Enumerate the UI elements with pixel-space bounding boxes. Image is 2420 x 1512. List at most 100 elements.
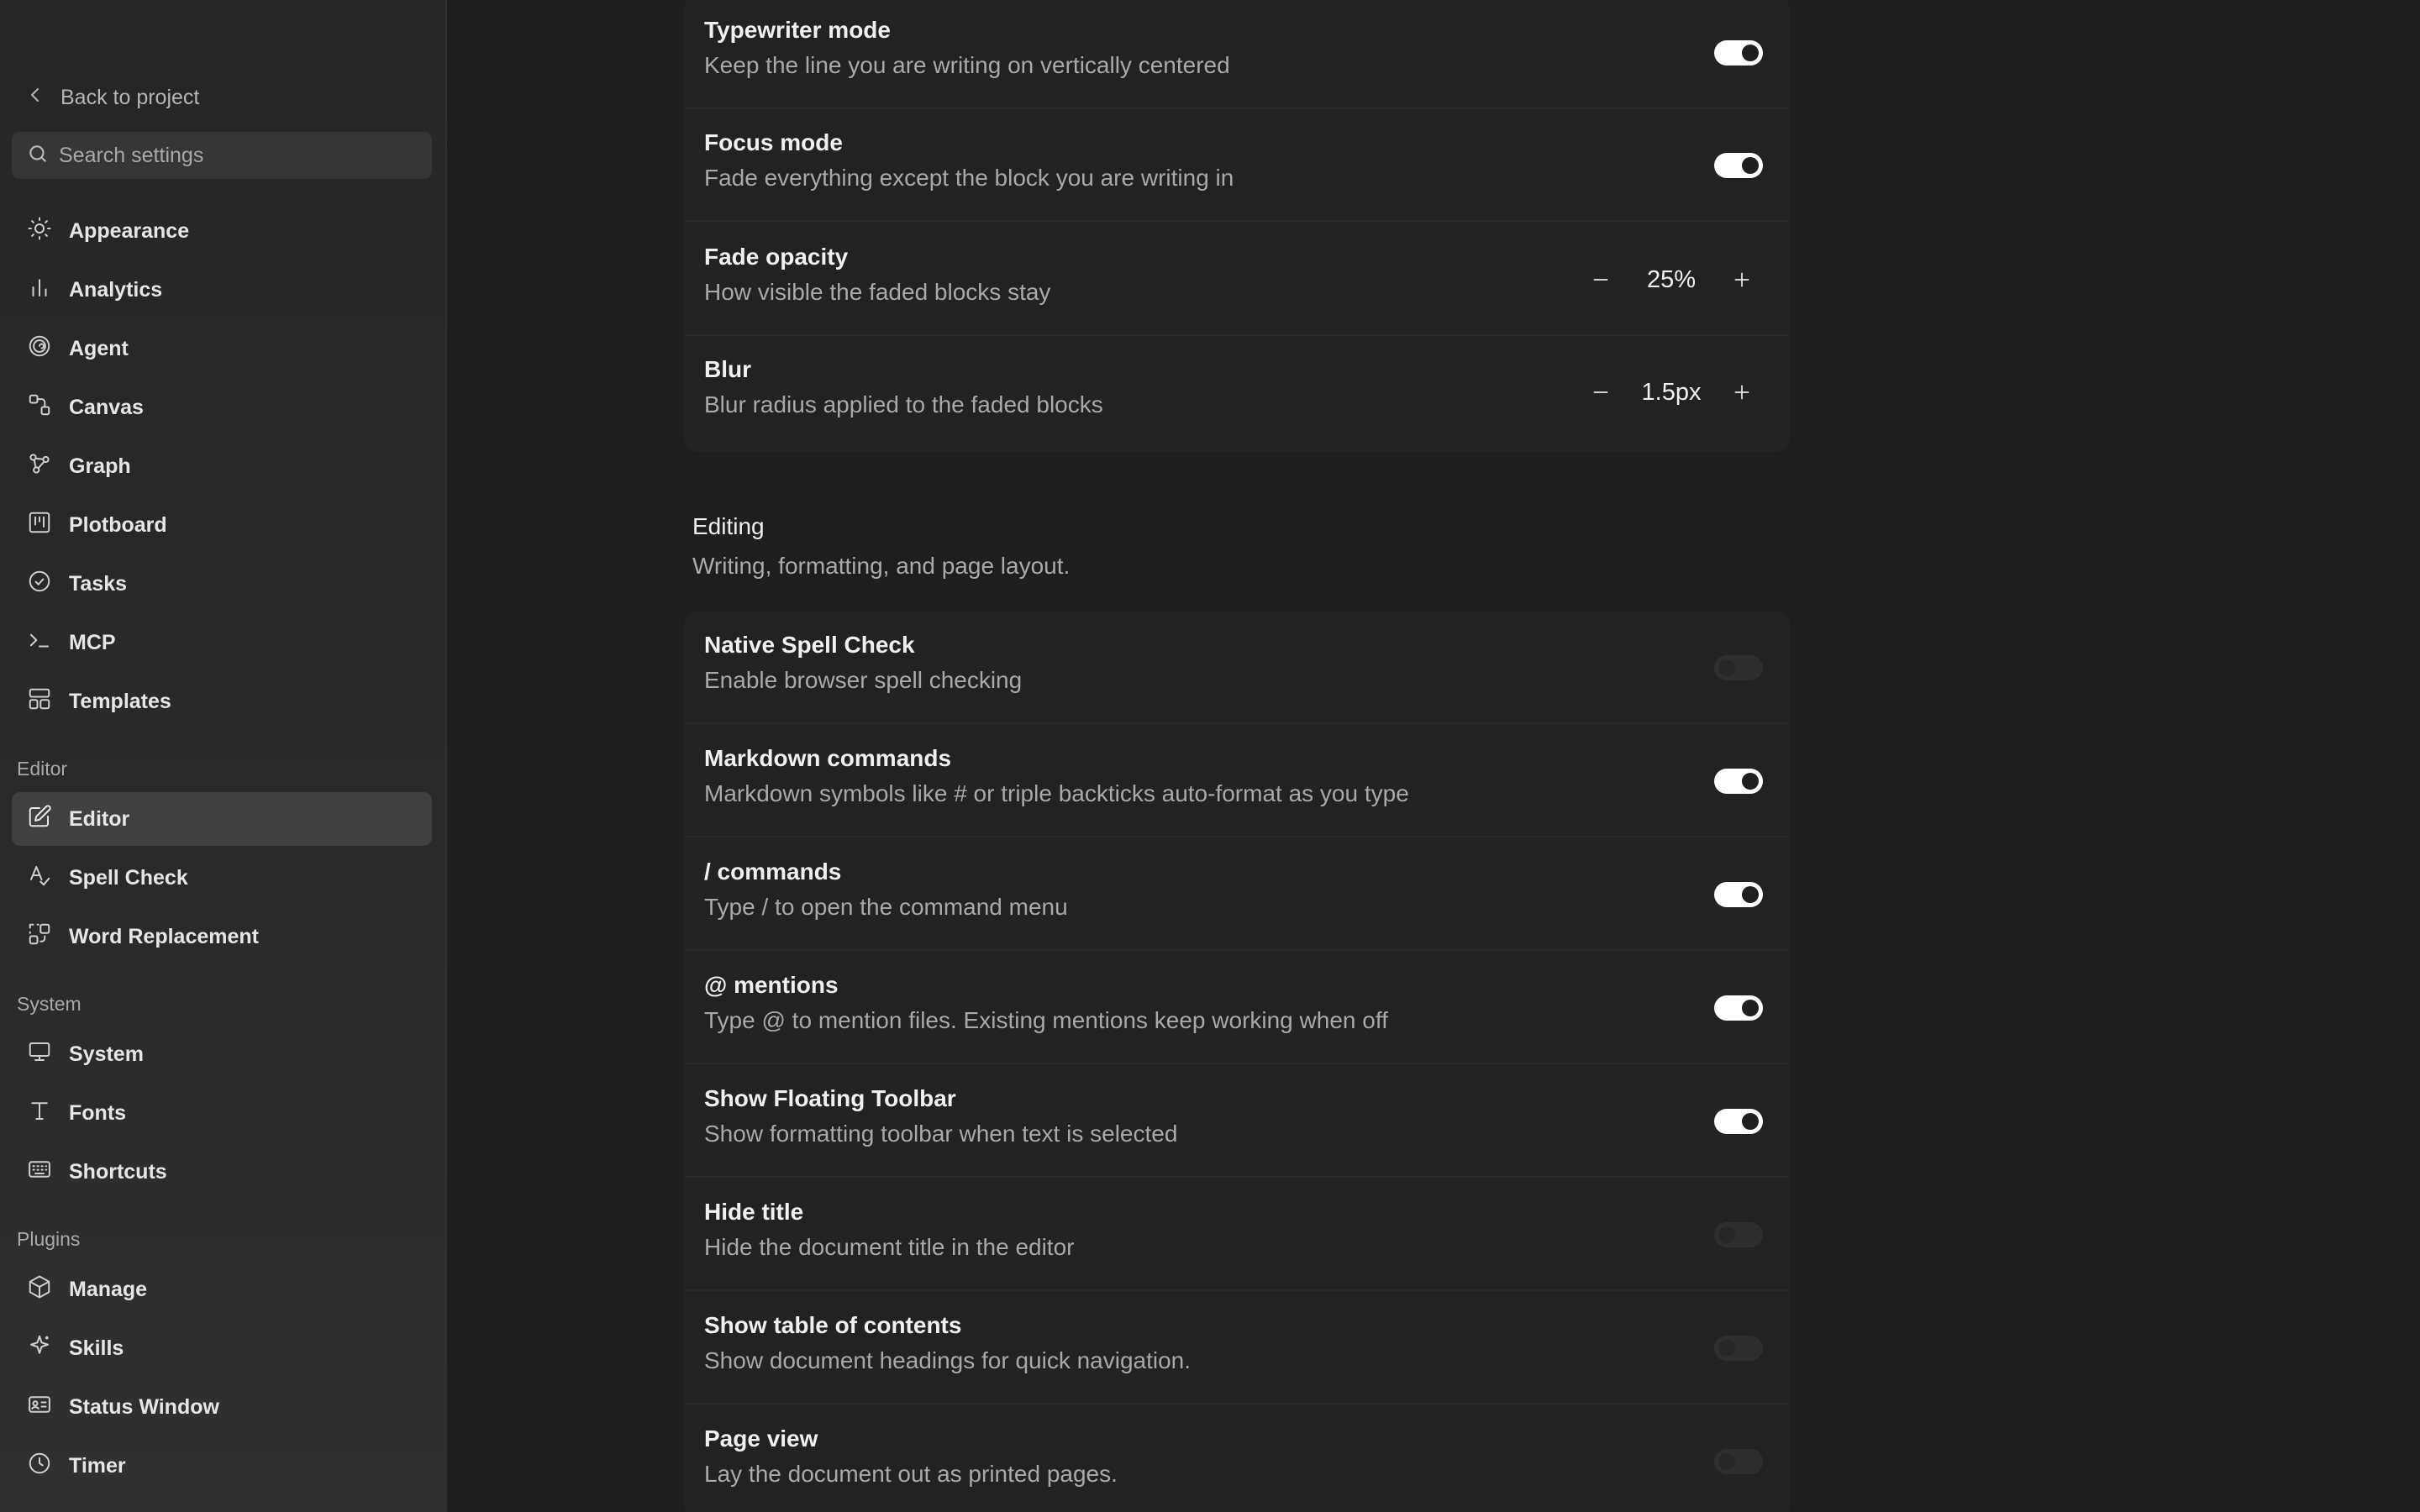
settings-content: Typewriter mode Keep the line you are wr…	[449, 0, 2420, 1512]
slash-commands-toggle[interactable]	[1714, 882, 1763, 907]
keyboard-icon	[27, 1157, 52, 1188]
markdown-commands-toggle[interactable]	[1714, 769, 1763, 794]
sidebar-item-label: Shortcuts	[69, 1159, 167, 1184]
toggle-knob	[1742, 773, 1759, 790]
layout-icon	[27, 686, 52, 717]
back-label: Back to project	[60, 85, 200, 109]
setting-row-hide-title: Hide title Hide the document title in th…	[684, 1179, 1790, 1291]
sidebar-item-label: Word Replacement	[69, 924, 259, 948]
check-circle-icon	[27, 569, 52, 600]
setting-description: Hide the document title in the editor	[704, 1234, 1075, 1260]
fade-opacity-stepper: 25%	[1580, 259, 1763, 301]
setting-description: Fade everything except the block you are…	[704, 165, 1234, 191]
sidebar-item-label: Tasks	[69, 571, 128, 596]
setting-title: Typewriter mode	[704, 17, 891, 43]
chevron-left-icon	[25, 85, 45, 111]
sidebar-item-word-replacement[interactable]: Word Replacement	[12, 910, 432, 963]
typewriter-mode-toggle[interactable]	[1714, 40, 1763, 66]
setting-title: Native Spell Check	[704, 632, 915, 658]
bar-chart-icon	[27, 275, 52, 306]
sidebar-item-status-window[interactable]: Status Window	[12, 1380, 432, 1434]
setting-title: Markdown commands	[704, 745, 952, 771]
sidebar-item-fonts[interactable]: Fonts	[12, 1086, 432, 1140]
table-of-contents-toggle[interactable]	[1714, 1336, 1763, 1361]
setting-row-native-spell-check: Native Spell Check Enable browser spell …	[684, 612, 1790, 724]
canvas-icon	[27, 392, 52, 423]
sidebar-item-label: MCP	[69, 630, 116, 654]
setting-title: Fade opacity	[704, 244, 849, 270]
fade-opacity-value: 25%	[1646, 265, 1697, 293]
sidebar-item-manage[interactable]: Manage	[12, 1263, 432, 1316]
sidebar-item-graph[interactable]: Graph	[12, 439, 432, 493]
sidebar-item-label: Plotboard	[69, 512, 167, 537]
toggle-knob	[1718, 1453, 1735, 1470]
setting-description: Type @ to mention files. Existing mentio…	[704, 1007, 1388, 1033]
sidebar-item-agent[interactable]: Agent	[12, 322, 432, 375]
spiral-icon	[27, 333, 52, 365]
setting-title: Show table of contents	[704, 1312, 962, 1338]
hide-title-toggle[interactable]	[1714, 1222, 1763, 1247]
sidebar-item-canvas[interactable]: Canvas	[12, 381, 432, 434]
setting-description: Lay the document out as printed pages.	[704, 1461, 1118, 1487]
increment-button[interactable]	[1721, 259, 1763, 301]
page-view-toggle[interactable]	[1714, 1449, 1763, 1474]
sidebar-item-label: Agent	[69, 336, 129, 360]
decrement-button[interactable]	[1580, 259, 1622, 301]
setting-row-table-of-contents: Show table of contents Show document hea…	[684, 1292, 1790, 1404]
decrement-button[interactable]	[1580, 371, 1622, 413]
sidebar-item-analytics[interactable]: Analytics	[12, 263, 432, 317]
floating-toolbar-toggle[interactable]	[1714, 1109, 1763, 1134]
setting-row-blur: Blur Blur radius applied to the faded bl…	[684, 336, 1790, 449]
search-input[interactable]	[59, 143, 432, 168]
focus-mode-toggle[interactable]	[1714, 153, 1763, 178]
sidebar-item-mcp[interactable]: MCP	[12, 616, 432, 669]
sidebar-item-timer[interactable]: Timer	[12, 1439, 432, 1493]
setting-description: Blur radius applied to the faded blocks	[704, 391, 1103, 417]
spell-check-icon	[27, 863, 52, 894]
package-icon	[27, 1274, 52, 1305]
sidebar-item-label: Editor	[69, 806, 130, 831]
sidebar-item-appearance[interactable]: Appearance	[12, 204, 432, 258]
clock-icon	[27, 1451, 52, 1482]
sun-icon	[27, 216, 52, 247]
minus-icon	[1593, 279, 1608, 281]
sidebar-item-shortcuts[interactable]: Shortcuts	[12, 1145, 432, 1199]
sidebar-item-label: Manage	[69, 1277, 148, 1301]
toggle-knob	[1742, 45, 1759, 61]
sidebar-item-label: System	[69, 1042, 144, 1066]
sidebar-item-plotboard[interactable]: Plotboard	[12, 498, 432, 552]
search-settings-field[interactable]	[12, 132, 432, 179]
sidebar-item-skills[interactable]: Skills	[12, 1321, 432, 1375]
sidebar-item-tasks[interactable]: Tasks	[12, 557, 432, 611]
sidebar-item-label: Graph	[69, 454, 131, 478]
graph-icon	[27, 451, 52, 482]
main-nav: Appearance Analytics Agent Canvas Graph …	[12, 204, 432, 733]
plotboard-icon	[27, 510, 52, 541]
sidebar-item-system[interactable]: System	[12, 1027, 432, 1081]
setting-title: Blur	[704, 356, 751, 382]
plus-icon	[1734, 385, 1749, 400]
blur-value: 1.5px	[1641, 378, 1702, 406]
setting-description: Keep the line you are writing on vertica…	[704, 52, 1230, 78]
setting-row-page-view: Page view Lay the document out as printe…	[684, 1405, 1790, 1512]
blur-stepper: 1.5px	[1580, 371, 1763, 413]
sidebar-item-templates[interactable]: Templates	[12, 675, 432, 728]
native-spell-check-toggle[interactable]	[1714, 655, 1763, 680]
sidebar-item-spell-check[interactable]: Spell Check	[12, 851, 432, 905]
increment-button[interactable]	[1721, 371, 1763, 413]
sidebar-item-editor[interactable]: Editor	[12, 792, 432, 846]
setting-title: Page view	[704, 1425, 818, 1452]
back-to-project-link[interactable]: Back to project	[25, 81, 199, 114]
setting-description: Show document headings for quick navigat…	[704, 1347, 1192, 1373]
setting-row-markdown-commands: Markdown commands Markdown symbols like …	[684, 725, 1790, 837]
minus-icon	[1593, 391, 1608, 393]
focus-settings-card: Typewriter mode Keep the line you are wr…	[684, 0, 1790, 452]
system-nav: System Fonts Shortcuts	[12, 1027, 432, 1204]
plugins-nav: Manage Skills Status Window Timer	[12, 1263, 432, 1498]
setting-row-focus-mode: Focus mode Fade everything except the bl…	[684, 109, 1790, 222]
mentions-toggle[interactable]	[1714, 995, 1763, 1021]
toggle-knob	[1718, 1340, 1735, 1357]
sidebar-item-label: Spell Check	[69, 865, 188, 890]
plus-icon	[1734, 272, 1749, 287]
sidebar-item-label: Analytics	[69, 277, 163, 302]
